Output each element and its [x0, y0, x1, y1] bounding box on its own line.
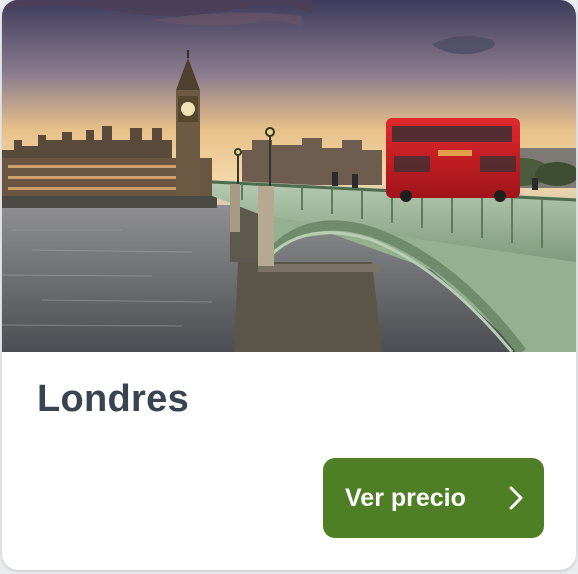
- destination-photo: [2, 0, 576, 352]
- chevron-right-icon: [509, 486, 523, 510]
- see-price-button[interactable]: Ver precio: [323, 458, 544, 538]
- destination-card[interactable]: Londres Ver precio: [2, 0, 576, 570]
- see-price-label: Ver precio: [345, 483, 466, 512]
- destination-title: Londres: [37, 378, 190, 420]
